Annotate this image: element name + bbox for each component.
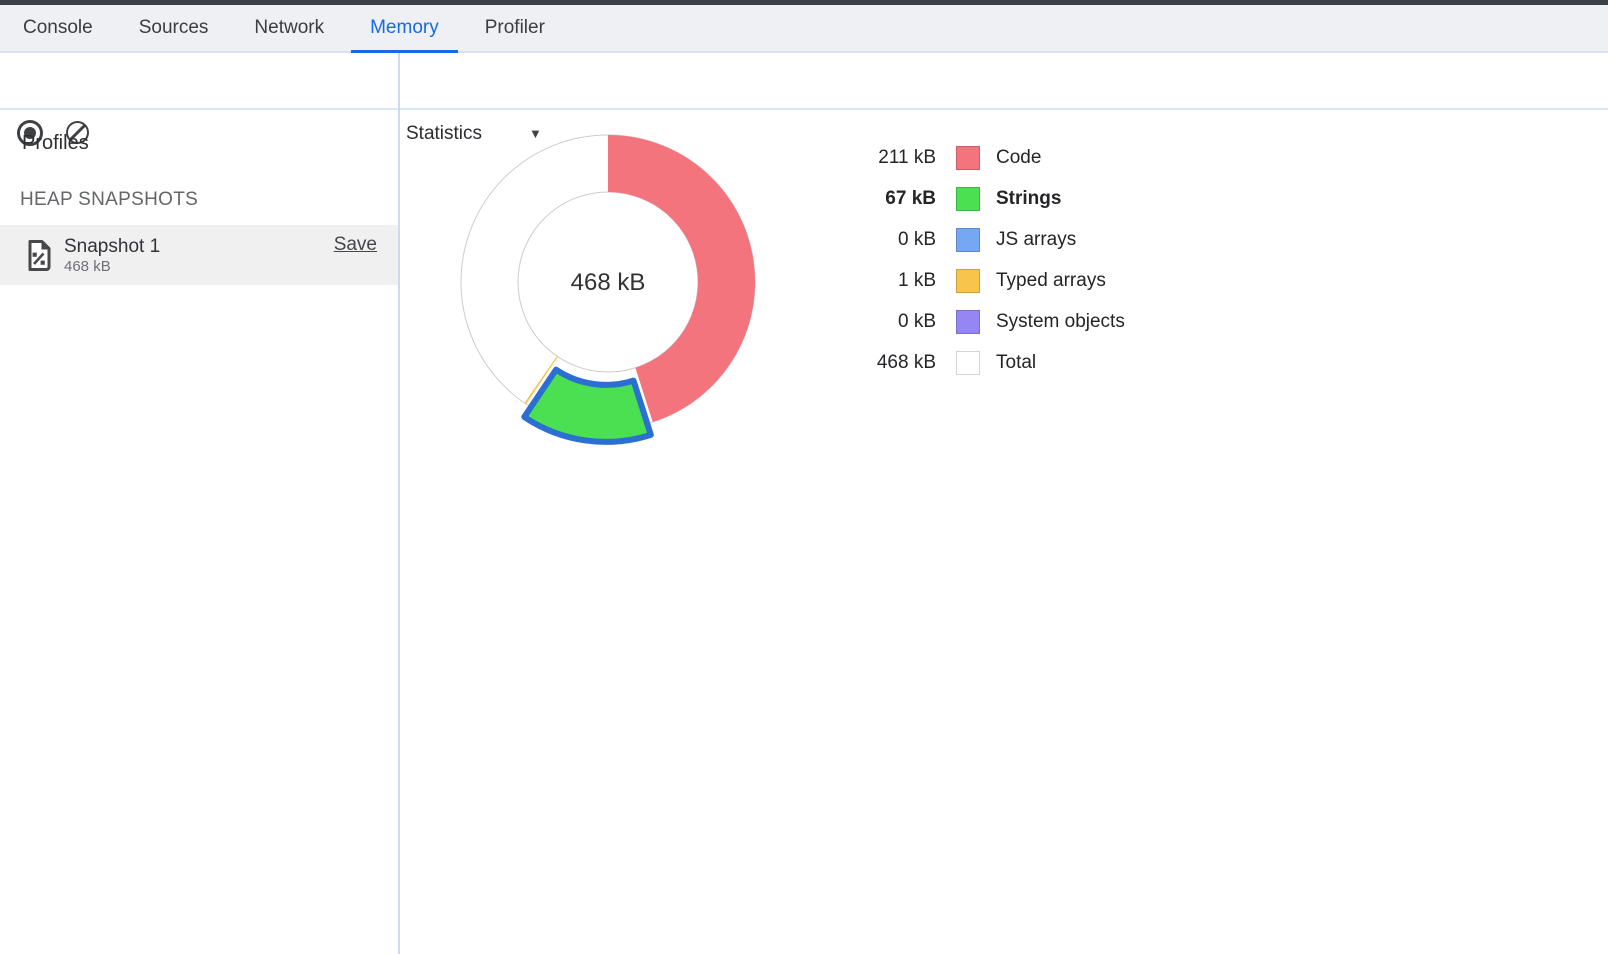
legend-row-strings[interactable]: 67 kB Strings [800, 178, 1125, 219]
snapshot-text-block: Snapshot 1 468 kB [64, 235, 160, 276]
legend-label: JS arrays [996, 229, 1076, 251]
legend-swatch-icon [956, 228, 980, 252]
legend-row-code[interactable]: 211 kB Code [800, 137, 1125, 178]
legend-value: 67 kB [800, 188, 936, 210]
legend-row-total[interactable]: 468 kB Total [800, 342, 1125, 383]
legend-swatch-icon [956, 269, 980, 293]
donut-slice-strings[interactable] [524, 370, 651, 442]
legend-swatch-icon [956, 146, 980, 170]
heap-snapshot-document-icon [26, 239, 52, 271]
tab-console[interactable]: Console [0, 5, 116, 51]
legend-value: 211 kB [800, 147, 936, 169]
legend-label: Typed arrays [996, 270, 1106, 292]
tab-sources[interactable]: Sources [116, 5, 232, 51]
save-snapshot-link[interactable]: Save [334, 234, 377, 256]
legend-swatch-icon [956, 310, 980, 334]
tab-memory[interactable]: Memory [347, 5, 462, 51]
devtools-tab-bar: ConsoleSourcesNetworkMemoryProfiler [0, 5, 1608, 53]
memory-toolbar: Statistics ▼ [0, 53, 1608, 110]
tab-network[interactable]: Network [231, 5, 347, 51]
legend-label: Strings [996, 188, 1061, 210]
legend-row-system-objects[interactable]: 0 kB System objects [800, 301, 1125, 342]
legend-label: System objects [996, 311, 1125, 333]
snapshot-title: Snapshot 1 [64, 235, 160, 258]
statistics-donut-chart[interactable]: 468 kB [448, 120, 778, 450]
legend-value: 0 kB [800, 311, 936, 333]
chart-center-total-label: 468 kB [571, 269, 646, 296]
sidebar-item-snapshot-1[interactable]: Snapshot 1 468 kB Save [0, 225, 398, 285]
chart-legend: 211 kB Code 67 kB Strings 0 kB JS arrays 1 kB T… [800, 137, 1125, 383]
tab-profiler[interactable]: Profiler [462, 5, 568, 51]
legend-label: Total [996, 352, 1036, 374]
snapshot-size: 468 kB [64, 258, 160, 276]
legend-value: 1 kB [800, 270, 936, 292]
legend-label: Code [996, 147, 1041, 169]
legend-swatch-icon [956, 187, 980, 211]
legend-swatch-icon [956, 351, 980, 375]
profiles-heading: Profiles [22, 132, 89, 155]
legend-value: 0 kB [800, 229, 936, 251]
legend-row-js-arrays[interactable]: 0 kB JS arrays [800, 219, 1125, 260]
heap-snapshots-section-heading: HEAP SNAPSHOTS [20, 189, 198, 211]
sidebar-divider[interactable] [398, 53, 400, 954]
legend-value: 468 kB [800, 352, 936, 374]
legend-row-typed-arrays[interactable]: 1 kB Typed arrays [800, 260, 1125, 301]
